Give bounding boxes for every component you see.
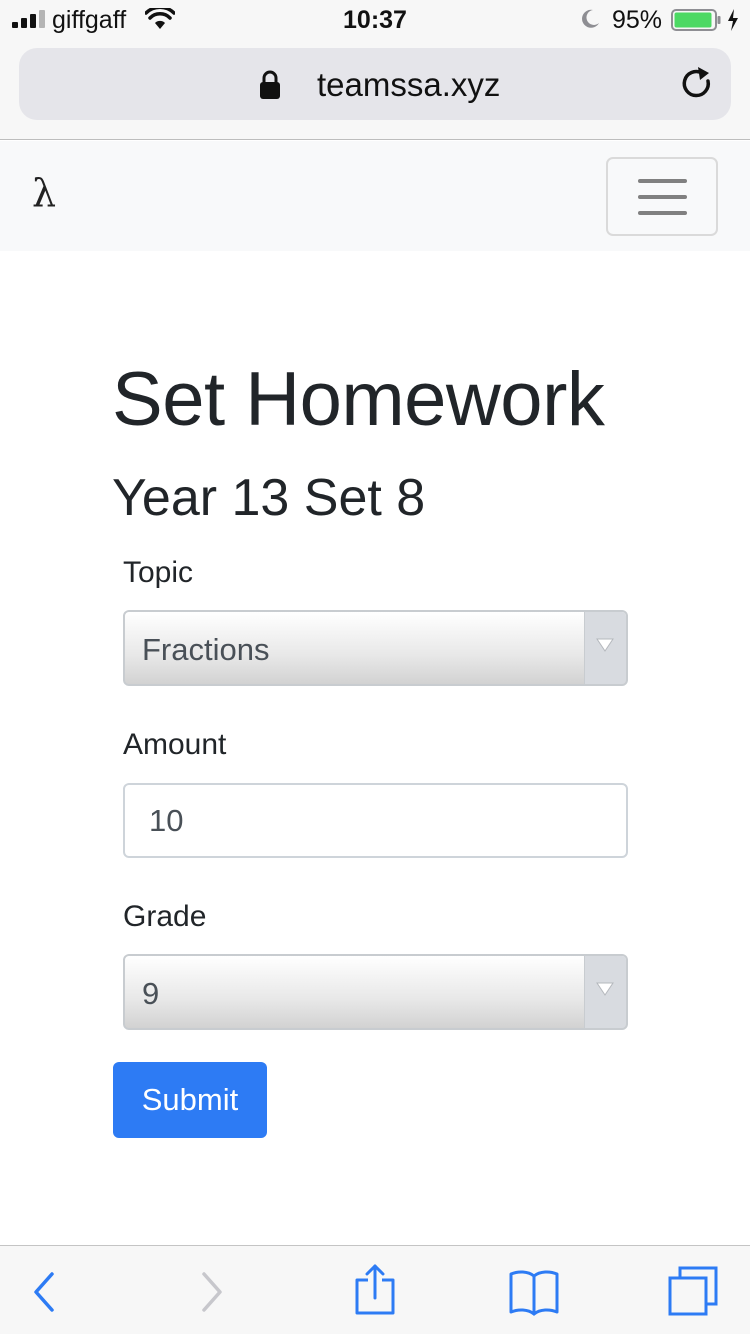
bookmarks-button[interactable] — [506, 1246, 562, 1334]
back-icon — [34, 1272, 54, 1312]
submit-button[interactable]: Submit — [113, 1062, 267, 1138]
charging-icon — [728, 9, 738, 31]
page-subtitle: Year 13 Set 8 — [112, 469, 426, 527]
share-icon — [355, 1264, 395, 1315]
back-button[interactable] — [20, 1246, 70, 1334]
chevron-down-icon — [596, 982, 614, 996]
topic-dropdown-button[interactable] — [584, 612, 626, 684]
browser-toolbar — [0, 1245, 750, 1334]
brand-logo[interactable]: λ — [32, 171, 56, 215]
topic-label: Topic — [123, 556, 194, 589]
page-title: Set Homework — [112, 357, 605, 442]
status-bar: giffgaff 10:37 95% — [0, 0, 750, 40]
grade-select-value: 9 — [142, 976, 160, 1011]
tabs-icon — [668, 1266, 718, 1316]
forward-button[interactable] — [188, 1246, 238, 1334]
navbar: λ — [0, 141, 750, 251]
tabs-button[interactable] — [664, 1246, 720, 1334]
battery-percentage: 95% — [612, 6, 663, 34]
grade-select[interactable]: 9 — [123, 954, 628, 1030]
forward-icon — [202, 1272, 222, 1312]
amount-label: Amount — [123, 728, 227, 761]
chevron-down-icon — [596, 638, 614, 652]
grade-dropdown-button[interactable] — [584, 956, 626, 1028]
share-button[interactable] — [350, 1246, 400, 1334]
battery-icon — [671, 9, 721, 31]
grade-label: Grade — [123, 900, 207, 933]
topic-select-value: Fractions — [142, 632, 270, 667]
hamburger-menu-button[interactable] — [606, 157, 718, 236]
browser-address-area: teamssa.xyz — [0, 40, 750, 140]
bookmarks-icon — [509, 1270, 559, 1316]
address-bar[interactable]: teamssa.xyz — [19, 48, 731, 120]
moon-icon — [582, 9, 599, 28]
lock-icon — [260, 70, 280, 99]
reload-icon[interactable] — [681, 66, 715, 102]
topic-select[interactable]: Fractions — [123, 610, 628, 686]
url-text: teamssa.xyz — [317, 66, 501, 103]
amount-input[interactable] — [123, 783, 628, 858]
